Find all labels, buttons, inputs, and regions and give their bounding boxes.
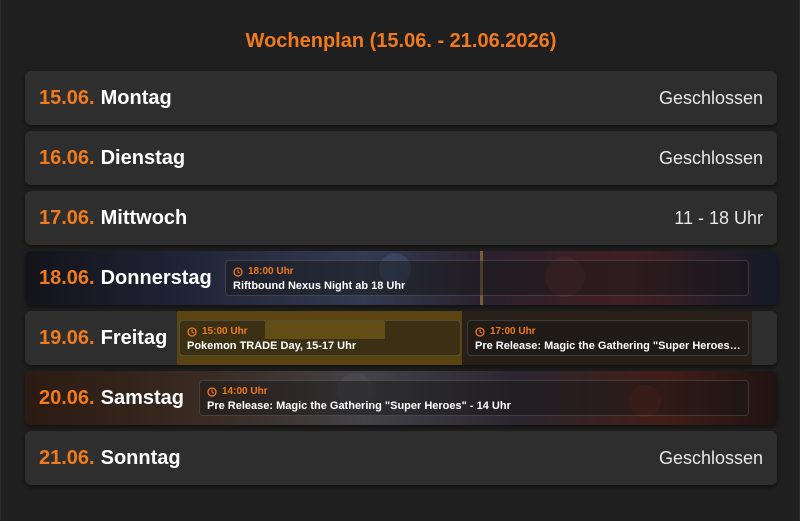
day-row-wednesday: 17.06. Mittwoch 11 - 18 Uhr xyxy=(25,191,777,245)
event-title: Pre Release: Magic the Gathering "Super … xyxy=(207,400,511,412)
day-name: Mittwoch xyxy=(100,207,188,229)
day-name: Freitag xyxy=(100,327,168,349)
event-time-text: 15:00 Uhr xyxy=(202,326,248,337)
day-row-thursday: 18.06. Donnerstag 18:00 Uhr Riftbound Nex… xyxy=(25,251,777,305)
schedule-frame: Wochenplan (15.06. - 21.06.2026) 15.06. M… xyxy=(0,0,800,521)
day-label: 21.06. Sonntag xyxy=(39,431,181,485)
day-date: 16.06. xyxy=(39,147,95,169)
event-time-text: 14:00 Uhr xyxy=(222,386,268,397)
day-name: Dienstag xyxy=(100,147,186,169)
event-time: 14:00 Uhr xyxy=(207,385,741,398)
event-card[interactable]: 17:00 Uhr Pre Release: Magic the Gatheri… xyxy=(467,320,749,356)
day-label: 15.06. Montag xyxy=(39,71,172,125)
day-status: Geschlossen xyxy=(658,448,763,468)
day-label: 16.06. Dienstag xyxy=(39,131,185,185)
day-name: Samstag xyxy=(100,387,184,409)
event-title: Pokemon TRADE Day, 15-17 Uhr xyxy=(187,340,357,352)
day-row-monday: 15.06. Montag Geschlossen xyxy=(25,71,777,125)
day-label: 17.06. Mittwoch xyxy=(39,191,187,245)
day-label: 20.06. Samstag xyxy=(39,371,184,425)
day-name: Donnerstag xyxy=(100,267,212,289)
day-row-friday: 19.06. Freitag 15:00 Uhr Pokemon TRADE Da… xyxy=(25,311,777,365)
day-status: Geschlossen xyxy=(658,148,763,168)
day-label: 19.06. Freitag xyxy=(39,311,167,365)
day-date: 19.06. xyxy=(39,327,95,349)
event-card[interactable]: 15:00 Uhr Pokemon TRADE Day, 15-17 Uhr xyxy=(179,320,461,356)
event-card[interactable]: 18:00 Uhr Riftbound Nexus Night ab 18 Uh… xyxy=(225,260,749,296)
clock-icon xyxy=(187,326,197,337)
event-title: Pre Release: Magic the Gathering "Super … xyxy=(475,340,741,352)
day-status: Geschlossen xyxy=(658,88,763,108)
clock-icon xyxy=(207,386,217,397)
event-title: Riftbound Nexus Night ab 18 Uhr xyxy=(233,280,406,292)
day-date: 17.06. xyxy=(39,207,95,229)
event-card[interactable]: 14:00 Uhr Pre Release: Magic the Gatheri… xyxy=(199,380,749,416)
day-date: 18.06. xyxy=(39,267,95,289)
day-status: 11 - 18 Uhr xyxy=(674,208,763,228)
day-label: 18.06. Donnerstag xyxy=(39,251,212,305)
day-name: Sonntag xyxy=(100,447,181,469)
event-time: 18:00 Uhr xyxy=(233,265,741,278)
day-date: 21.06. xyxy=(39,447,95,469)
day-date: 15.06. xyxy=(39,87,95,109)
clock-icon xyxy=(475,326,485,337)
day-name: Montag xyxy=(100,87,172,109)
event-time: 17:00 Uhr xyxy=(475,325,741,338)
day-row-sunday: 21.06. Sonntag Geschlossen xyxy=(25,431,777,485)
day-date: 20.06. xyxy=(39,387,95,409)
page-title: Wochenplan (15.06. - 21.06.2026) xyxy=(245,30,557,52)
event-time-text: 17:00 Uhr xyxy=(490,326,536,337)
day-row-tuesday: 16.06. Dienstag Geschlossen xyxy=(25,131,777,185)
day-row-saturday: 20.06. Samstag 14:00 Uhr Pre Release: Mag… xyxy=(25,371,777,425)
clock-icon xyxy=(233,266,243,277)
event-time-text: 18:00 Uhr xyxy=(248,266,294,277)
event-time: 15:00 Uhr xyxy=(187,325,453,338)
